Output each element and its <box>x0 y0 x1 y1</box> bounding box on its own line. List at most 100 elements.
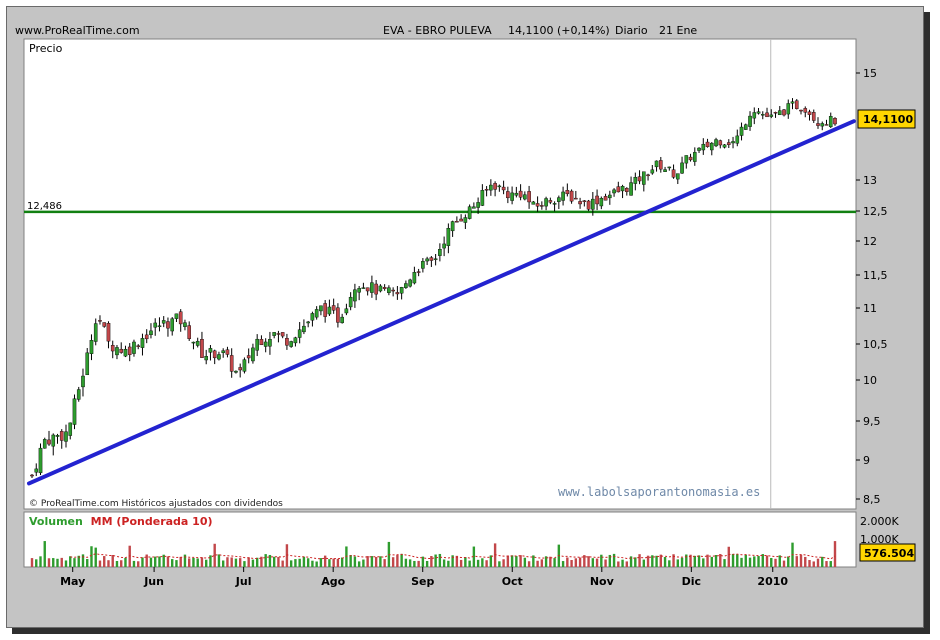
candle-body <box>221 350 225 353</box>
candle-body <box>246 355 251 359</box>
candle-body <box>161 320 166 324</box>
candle-body <box>807 111 812 115</box>
volume-bar <box>132 560 136 567</box>
volume-bar <box>621 559 624 567</box>
candle-body <box>306 321 310 324</box>
chart-window: www.ProRealTime.com EVA - EBRO PULEVA 14… <box>6 6 924 628</box>
candle-body <box>302 325 306 333</box>
volume-bar <box>226 557 229 567</box>
date-x-axis: May Jun Jul Ago Sep Oct Nov Dic 2010 <box>60 567 788 588</box>
volume-bar <box>315 561 318 567</box>
volume-bar <box>553 558 556 567</box>
candle-body <box>489 184 493 191</box>
candle-body <box>531 201 536 205</box>
candle-body <box>561 191 565 201</box>
candle-body <box>310 313 315 321</box>
volume-bar <box>668 560 671 567</box>
candle-body <box>85 352 90 376</box>
volume-bar <box>30 558 34 567</box>
candle-body <box>391 289 395 292</box>
volume-bar <box>417 560 420 567</box>
volume-bar <box>510 555 514 567</box>
candle-body <box>467 206 472 219</box>
volume-bar <box>137 561 140 567</box>
candle-body <box>115 347 119 356</box>
candle-body <box>319 305 323 312</box>
candle-body <box>183 322 187 327</box>
volume-bar <box>570 559 573 567</box>
y-tick-label: 10,5 <box>863 338 888 351</box>
candle-body <box>752 112 757 119</box>
candle-body <box>429 257 434 261</box>
watermark-link[interactable]: www.labolsaporantonomasia.es <box>558 485 760 499</box>
volume-bar <box>408 559 412 567</box>
volume-bar <box>141 557 144 567</box>
volume-bar <box>404 558 408 567</box>
volume-bar <box>442 559 446 567</box>
volume-bar <box>532 555 535 567</box>
candle-body <box>765 112 769 118</box>
candle-body <box>773 112 778 114</box>
volume-bar <box>196 558 199 567</box>
volume-bar <box>285 544 289 567</box>
candle-body <box>166 321 170 329</box>
candle-body <box>455 221 459 223</box>
candle-body <box>438 249 442 256</box>
header-date: 21 Ene <box>659 24 697 37</box>
volume-bar <box>527 561 531 567</box>
candle-body <box>348 296 353 308</box>
header-site[interactable]: www.ProRealTime.com <box>15 24 140 37</box>
candle-body <box>709 142 714 151</box>
candle-body <box>650 169 655 174</box>
candle-body <box>200 339 204 358</box>
volume-bar <box>736 554 739 567</box>
volume-bar <box>740 557 743 567</box>
candle-body <box>459 218 463 222</box>
volume-bar <box>540 559 544 567</box>
candle-body <box>446 228 451 246</box>
candle-body <box>714 139 718 147</box>
volume-bar <box>829 561 832 567</box>
candle-body <box>769 114 774 117</box>
candle-body <box>663 169 667 172</box>
volume-bar <box>753 556 756 567</box>
volume-tick-label: 2.000K <box>860 515 899 528</box>
y-tick-label: 9 <box>863 454 870 467</box>
volume-bar <box>821 556 824 567</box>
volume-bar <box>120 560 123 567</box>
volume-bar <box>353 556 357 567</box>
volume-bar <box>311 560 314 567</box>
volume-bar <box>774 558 777 567</box>
volume-bar <box>825 561 828 567</box>
header-instrument: EVA - EBRO PULEVA <box>383 24 492 37</box>
volume-bar <box>73 558 76 567</box>
volume-bar <box>434 554 437 567</box>
volume-bar <box>757 556 760 567</box>
candle-body <box>387 287 391 293</box>
volume-bar <box>391 557 395 567</box>
candle-body <box>828 116 833 128</box>
volume-bar <box>94 547 97 567</box>
last-volume-label: 576.504 <box>864 547 914 560</box>
candle-body <box>731 141 735 144</box>
candle-body <box>38 447 43 474</box>
volume-bar <box>188 558 191 567</box>
volume-bar <box>680 557 684 567</box>
price-y-axis: 8,5 9 9,5 10 10,5 11 11,5 12 12,5 13 15 <box>856 67 888 506</box>
volume-bar <box>294 559 297 567</box>
volume-bar <box>515 556 518 567</box>
candle-body <box>336 307 340 323</box>
candle-body <box>514 192 519 196</box>
volume-bar <box>103 556 106 567</box>
volume-bar <box>498 561 501 567</box>
candle-body <box>157 325 162 327</box>
volume-bar <box>243 561 246 567</box>
volume-bar <box>158 556 161 567</box>
volume-bar <box>731 554 735 567</box>
volume-bar <box>816 558 820 567</box>
candle-body <box>671 169 676 178</box>
candle-body <box>285 337 289 346</box>
candle-body <box>174 313 179 319</box>
volume-bar <box>374 557 378 567</box>
volume-bar <box>298 558 301 567</box>
